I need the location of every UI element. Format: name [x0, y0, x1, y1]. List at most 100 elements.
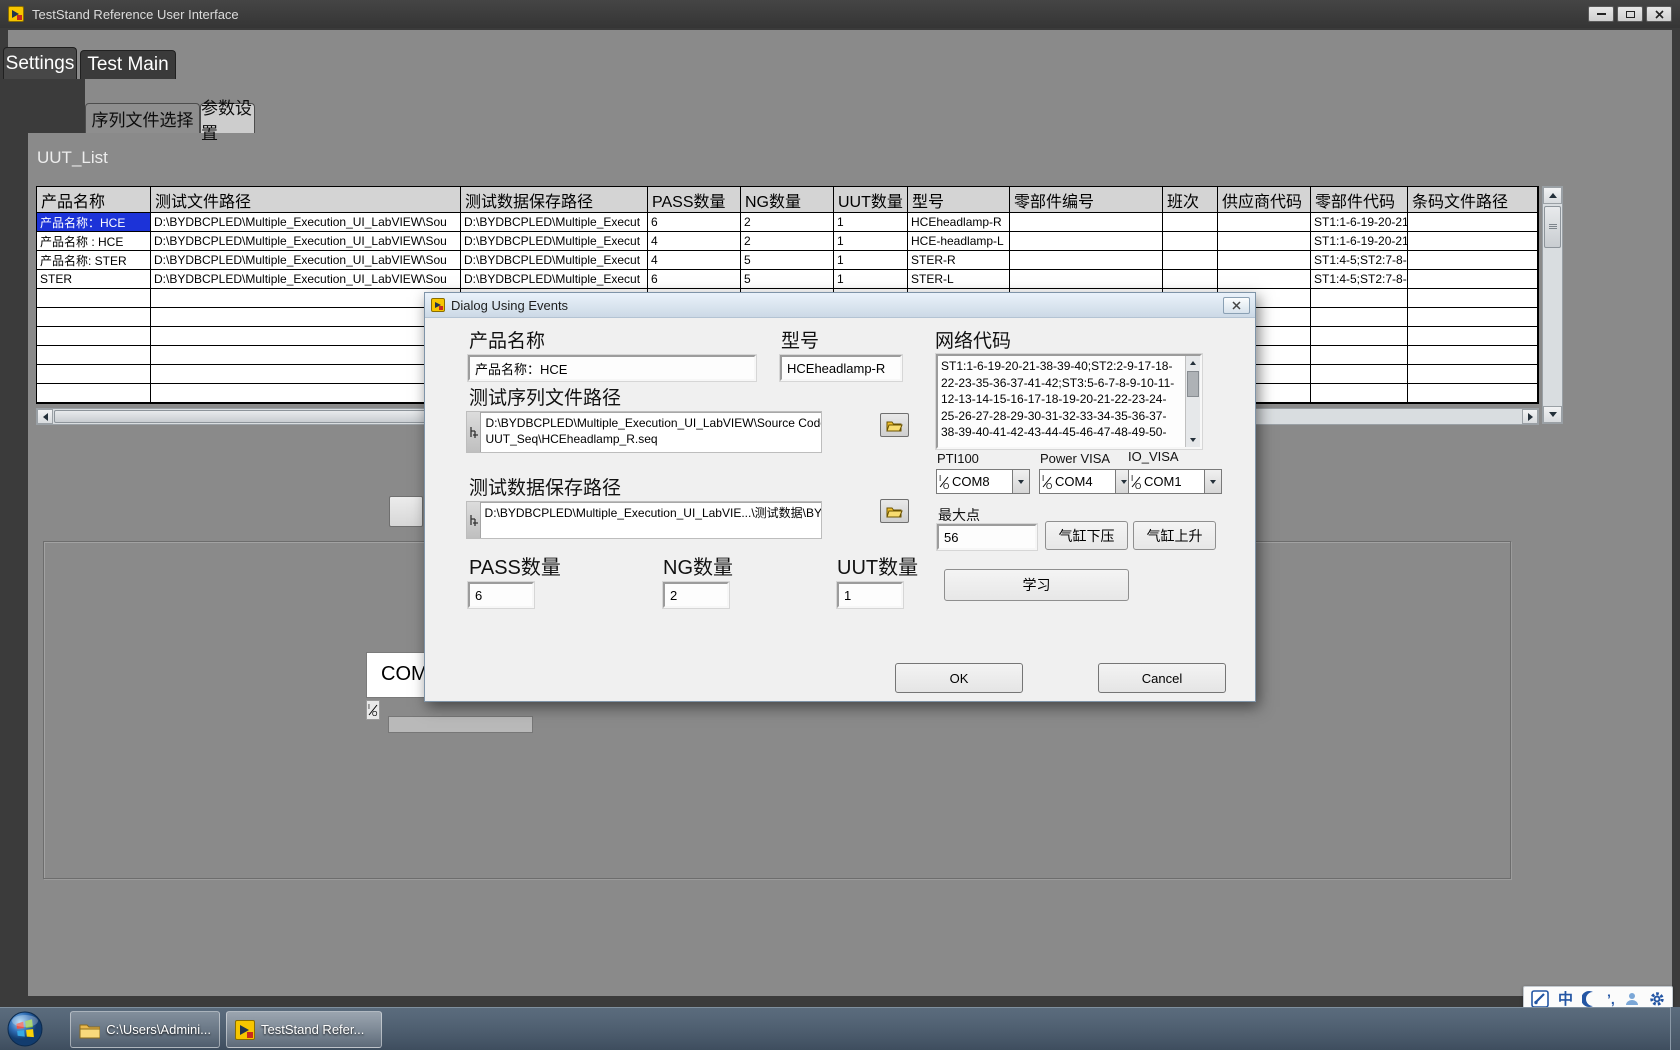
network-scroll-up[interactable]: [1186, 356, 1200, 370]
column-header[interactable]: 零部件代码: [1311, 187, 1408, 213]
ime-chinese-mode-indicator[interactable]: 中: [1558, 988, 1573, 1009]
minimize-button[interactable]: [1588, 6, 1614, 22]
table-cell[interactable]: [1311, 327, 1408, 346]
scroll-left-button[interactable]: [37, 409, 53, 424]
table-cell[interactable]: D:\BYDBCPLED\Multiple_Execut: [461, 270, 648, 289]
ime-settings-gear-icon[interactable]: [1649, 991, 1665, 1007]
table-cell[interactable]: ST1:1-6-19-20-21-: [1311, 213, 1408, 232]
table-cell[interactable]: [151, 327, 461, 346]
network-code-field[interactable]: ST1:1-6-19-20-21-38-39-40;ST2:2-9-17-18-…: [936, 354, 1202, 449]
table-cell[interactable]: [1408, 308, 1538, 327]
table-cell[interactable]: D:\BYDBCPLED\Multiple_Execution_UI_LabVI…: [151, 270, 461, 289]
ng-count-field[interactable]: 2: [663, 582, 729, 608]
table-cell[interactable]: [151, 289, 461, 308]
table-cell[interactable]: HCEheadlamp-R: [908, 213, 1010, 232]
table-cell[interactable]: [1010, 232, 1163, 251]
table-cell[interactable]: 6: [648, 213, 741, 232]
table-cell[interactable]: D:\BYDBCPLED\Multiple_Execut: [461, 232, 648, 251]
table-cell[interactable]: STER-L: [908, 270, 1010, 289]
table-cell[interactable]: 6: [648, 270, 741, 289]
table-cell[interactable]: D:\BYDBCPLED\Multiple_Execut: [461, 251, 648, 270]
cylinder-up-button[interactable]: 气缸上升: [1133, 521, 1216, 550]
max-point-field[interactable]: 56: [937, 524, 1037, 550]
ime-fullwidth-moon-icon[interactable]: [1582, 991, 1598, 1007]
column-header[interactable]: 班次: [1163, 187, 1218, 213]
ime-user-icon[interactable]: [1624, 991, 1640, 1007]
pti100-dropdown-button[interactable]: [1012, 470, 1029, 493]
table-cell[interactable]: [151, 346, 461, 365]
column-header[interactable]: NG数量: [741, 187, 834, 213]
table-cell[interactable]: [151, 308, 461, 327]
table-cell[interactable]: [1311, 384, 1408, 403]
table-cell[interactable]: 5: [741, 251, 834, 270]
column-header[interactable]: PASS数量: [648, 187, 741, 213]
table-cell[interactable]: 产品名称: STER: [37, 251, 151, 270]
product-name-field[interactable]: 产品名称：HCE: [468, 355, 756, 381]
table-cell[interactable]: [1311, 289, 1408, 308]
table-cell[interactable]: [37, 384, 151, 403]
tab-test-main[interactable]: Test Main: [80, 50, 176, 79]
scroll-up-button[interactable]: [1543, 187, 1562, 204]
scroll-right-button[interactable]: [1522, 409, 1538, 424]
table-cell[interactable]: D:\BYDBCPLED\Multiple_Execution_UI_LabVI…: [151, 232, 461, 251]
io-visa-dropdown-button[interactable]: [1204, 470, 1221, 493]
table-cell[interactable]: 5: [741, 270, 834, 289]
table-cell[interactable]: 1: [834, 270, 908, 289]
ok-button[interactable]: OK: [895, 663, 1023, 693]
table-cell[interactable]: [1408, 365, 1538, 384]
table-cell[interactable]: 2: [741, 232, 834, 251]
ime-input-style-icon[interactable]: [1531, 990, 1549, 1008]
network-scroll-down[interactable]: [1186, 433, 1200, 447]
table-cell[interactable]: 4: [648, 232, 741, 251]
table-cell[interactable]: [151, 365, 461, 384]
table-cell[interactable]: [1408, 384, 1538, 403]
table-cell[interactable]: [1311, 346, 1408, 365]
table-cell[interactable]: STER: [37, 270, 151, 289]
partial-hidden-button[interactable]: [389, 496, 423, 527]
table-cell[interactable]: [1218, 232, 1311, 251]
table-cell[interactable]: HCE-headlamp-L: [908, 232, 1010, 251]
seq-path-control[interactable]: D:\BYDBCPLED\Multiple_Execution_UI_LabVI…: [466, 411, 822, 453]
table-cell[interactable]: [1311, 365, 1408, 384]
table-cell[interactable]: 1: [834, 213, 908, 232]
table-cell[interactable]: [1408, 213, 1538, 232]
column-header[interactable]: 零部件编号: [1010, 187, 1163, 213]
table-cell[interactable]: [1408, 232, 1538, 251]
table-cell[interactable]: [1218, 213, 1311, 232]
tab-settings[interactable]: Settings: [3, 47, 77, 79]
restore-button[interactable]: [1617, 6, 1643, 22]
table-cell[interactable]: [1408, 327, 1538, 346]
taskbar-item-teststand[interactable]: TestStand Refer...: [226, 1011, 382, 1048]
table-cell[interactable]: [37, 289, 151, 308]
table-cell[interactable]: [37, 365, 151, 384]
cancel-button[interactable]: Cancel: [1098, 663, 1226, 693]
table-cell[interactable]: [1163, 270, 1218, 289]
table-cell[interactable]: [1010, 213, 1163, 232]
table-cell[interactable]: 产品名称：HCE: [37, 213, 151, 232]
table-cell[interactable]: [1311, 308, 1408, 327]
uut-count-field[interactable]: 1: [837, 582, 903, 608]
table-cell[interactable]: D:\BYDBCPLED\Multiple_Execution_UI_LabVI…: [151, 213, 461, 232]
table-cell[interactable]: [37, 346, 151, 365]
column-header[interactable]: 测试文件路径: [151, 187, 461, 213]
table-cell[interactable]: [1218, 270, 1311, 289]
cylinder-down-button[interactable]: 气缸下压: [1045, 521, 1128, 550]
dialog-titlebar[interactable]: Dialog Using Events: [425, 293, 1255, 318]
pass-count-field[interactable]: 6: [468, 582, 534, 608]
start-button[interactable]: [6, 1010, 44, 1048]
table-cell[interactable]: STER-R: [908, 251, 1010, 270]
learn-button[interactable]: 学习: [944, 569, 1129, 601]
pti100-combo[interactable]: IO COM8: [936, 469, 1030, 494]
table-cell[interactable]: ST1:1-6-19-20-21-: [1311, 232, 1408, 251]
power-visa-combo[interactable]: IO COM4: [1039, 469, 1133, 494]
data-path-control[interactable]: D:\BYDBCPLED\Multiple_Execution_UI_LabVI…: [466, 501, 822, 539]
table-cell[interactable]: D:\BYDBCPLED\Multiple_Execut: [461, 213, 648, 232]
column-header[interactable]: 型号: [908, 187, 1010, 213]
table-cell[interactable]: [1010, 251, 1163, 270]
table-cell[interactable]: [1408, 270, 1538, 289]
close-button[interactable]: [1646, 6, 1672, 22]
horizontal-scroll-thumb[interactable]: [54, 410, 454, 423]
table-cell[interactable]: [1408, 346, 1538, 365]
table-cell[interactable]: [1163, 213, 1218, 232]
table-vertical-scrollbar[interactable]: [1542, 186, 1563, 424]
